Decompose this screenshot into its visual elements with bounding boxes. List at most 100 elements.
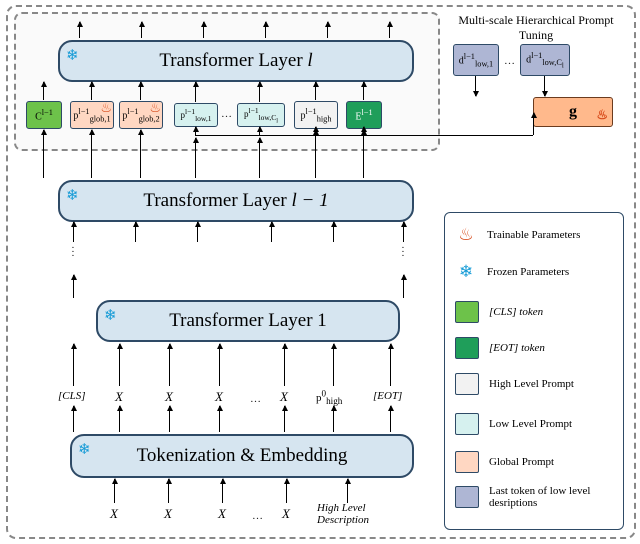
- snow-icon: ❄: [104, 306, 117, 325]
- ellipsis: …: [221, 108, 233, 120]
- arrow: [169, 344, 170, 386]
- arrow: [219, 406, 220, 432]
- swatch-icon: [455, 413, 479, 435]
- arrow: [91, 82, 92, 100]
- arrow: [333, 344, 334, 386]
- fire-icon: ♨: [596, 107, 608, 123]
- fire-icon: ♨: [455, 225, 477, 245]
- arrow: [390, 344, 391, 386]
- input-x: X: [110, 506, 118, 522]
- arrow: [403, 275, 404, 298]
- input-x: X: [164, 506, 172, 522]
- arrow: [389, 22, 390, 38]
- swatch-icon: [455, 337, 479, 359]
- transformer-layer-1-block: ❄ Transformer Layer 1: [96, 300, 400, 342]
- dlow-1-token: dl−1low,1: [453, 44, 499, 76]
- arrow: [119, 406, 120, 432]
- arrow: [333, 222, 334, 242]
- ellipsis: …: [504, 55, 516, 67]
- arrow-segment: [533, 113, 534, 135]
- cls-bracket-label: [CLS]: [58, 390, 86, 402]
- eot-bracket-label: [EOT]: [373, 390, 402, 402]
- swatch-icon: [455, 373, 479, 395]
- arrow: [119, 344, 120, 386]
- arrow: [168, 479, 169, 503]
- swatch-icon: [455, 301, 479, 323]
- swatch-icon: [455, 486, 479, 508]
- arrow: [315, 82, 316, 100]
- x-label: X: [280, 389, 288, 405]
- arrow: [327, 22, 328, 38]
- arrow: [259, 138, 260, 178]
- arrow: [259, 127, 260, 135]
- legend-row-trainable: ♨ Trainable Parameters: [455, 225, 615, 245]
- arrow: [333, 406, 334, 432]
- eot-token: El−1: [346, 101, 382, 129]
- arrow: [135, 222, 136, 242]
- legend-row-high: High Level Prompt: [455, 373, 615, 395]
- arrow: [265, 22, 266, 38]
- snow-icon: ❄: [66, 186, 79, 205]
- ellipsis: …: [252, 510, 264, 522]
- arrow: [43, 82, 44, 100]
- arrow: [222, 479, 223, 503]
- arrow: [140, 130, 141, 178]
- legend-row-low: Low Level Prompt: [455, 413, 615, 435]
- swatch-icon: [455, 451, 479, 473]
- arrow: [259, 82, 260, 102]
- arrow: [315, 130, 316, 178]
- high-prompt: pl−1high: [294, 101, 338, 129]
- snow-icon: ❄: [66, 46, 79, 65]
- arrow: [169, 406, 170, 432]
- x-label: X: [215, 389, 223, 405]
- arrow: [390, 406, 391, 432]
- arrow: [219, 344, 220, 386]
- arrow: [195, 138, 196, 178]
- low-prompt-cl: pl−1low,Cl: [237, 103, 285, 127]
- legend-row-dlow: Last token of low level desriptions: [455, 485, 615, 509]
- arrow: [79, 22, 80, 38]
- g-function-block: g♨: [533, 97, 613, 127]
- arrow: [203, 22, 204, 38]
- arrow: [197, 222, 198, 242]
- legend-row-frozen: ❄ Frozen Parameters: [455, 262, 615, 282]
- fire-icon: ♨: [100, 100, 112, 116]
- fire-icon: ♨: [149, 100, 161, 116]
- arrow: [141, 22, 142, 38]
- arrow: [544, 76, 545, 96]
- legend-row-glob: Global Prompt: [455, 451, 615, 473]
- high-level-desc-label: High LevelDescription: [317, 502, 369, 526]
- global-prompt-2: pl−1glob,2♨: [119, 101, 163, 129]
- legend-row-cls: [CLS] token: [455, 301, 615, 323]
- arrow: [475, 76, 476, 96]
- input-x: X: [282, 506, 290, 522]
- arrow: [91, 130, 92, 178]
- dlow-cl-token: dl−1low,Cl: [520, 44, 570, 76]
- arrow: [284, 406, 285, 432]
- arrow: [73, 222, 74, 242]
- arrow: [286, 479, 287, 503]
- arrow: [73, 275, 74, 298]
- snow-icon: ❄: [455, 262, 477, 282]
- ellipsis: …: [250, 393, 262, 405]
- mpt-title: Multi-scale Hierarchical Prompt Tuning: [446, 13, 626, 43]
- global-prompt-1: pl−1glob,1♨: [70, 101, 114, 129]
- transformer-layer-lm1-block: ❄ Transformer Layer l − 1: [58, 180, 414, 222]
- arrow: [347, 479, 348, 503]
- arrow: [195, 127, 196, 135]
- legend-row-eot: [EOT] token: [455, 337, 615, 359]
- low-prompt-1: pl−1low,1: [174, 103, 218, 127]
- arrow: [271, 222, 272, 242]
- legend-box: ♨ Trainable Parameters ❄ Frozen Paramete…: [444, 212, 624, 530]
- arrow: [114, 479, 115, 503]
- arrow: [363, 82, 364, 100]
- arrow: [43, 130, 44, 178]
- input-x: X: [218, 506, 226, 522]
- arrow: [284, 344, 285, 386]
- arrow: [140, 82, 141, 100]
- x-label: X: [115, 389, 123, 405]
- vdots: ···: [68, 246, 78, 258]
- arrow: [73, 406, 74, 432]
- x-label: X: [165, 389, 173, 405]
- phigh0-label: p0high: [316, 388, 342, 406]
